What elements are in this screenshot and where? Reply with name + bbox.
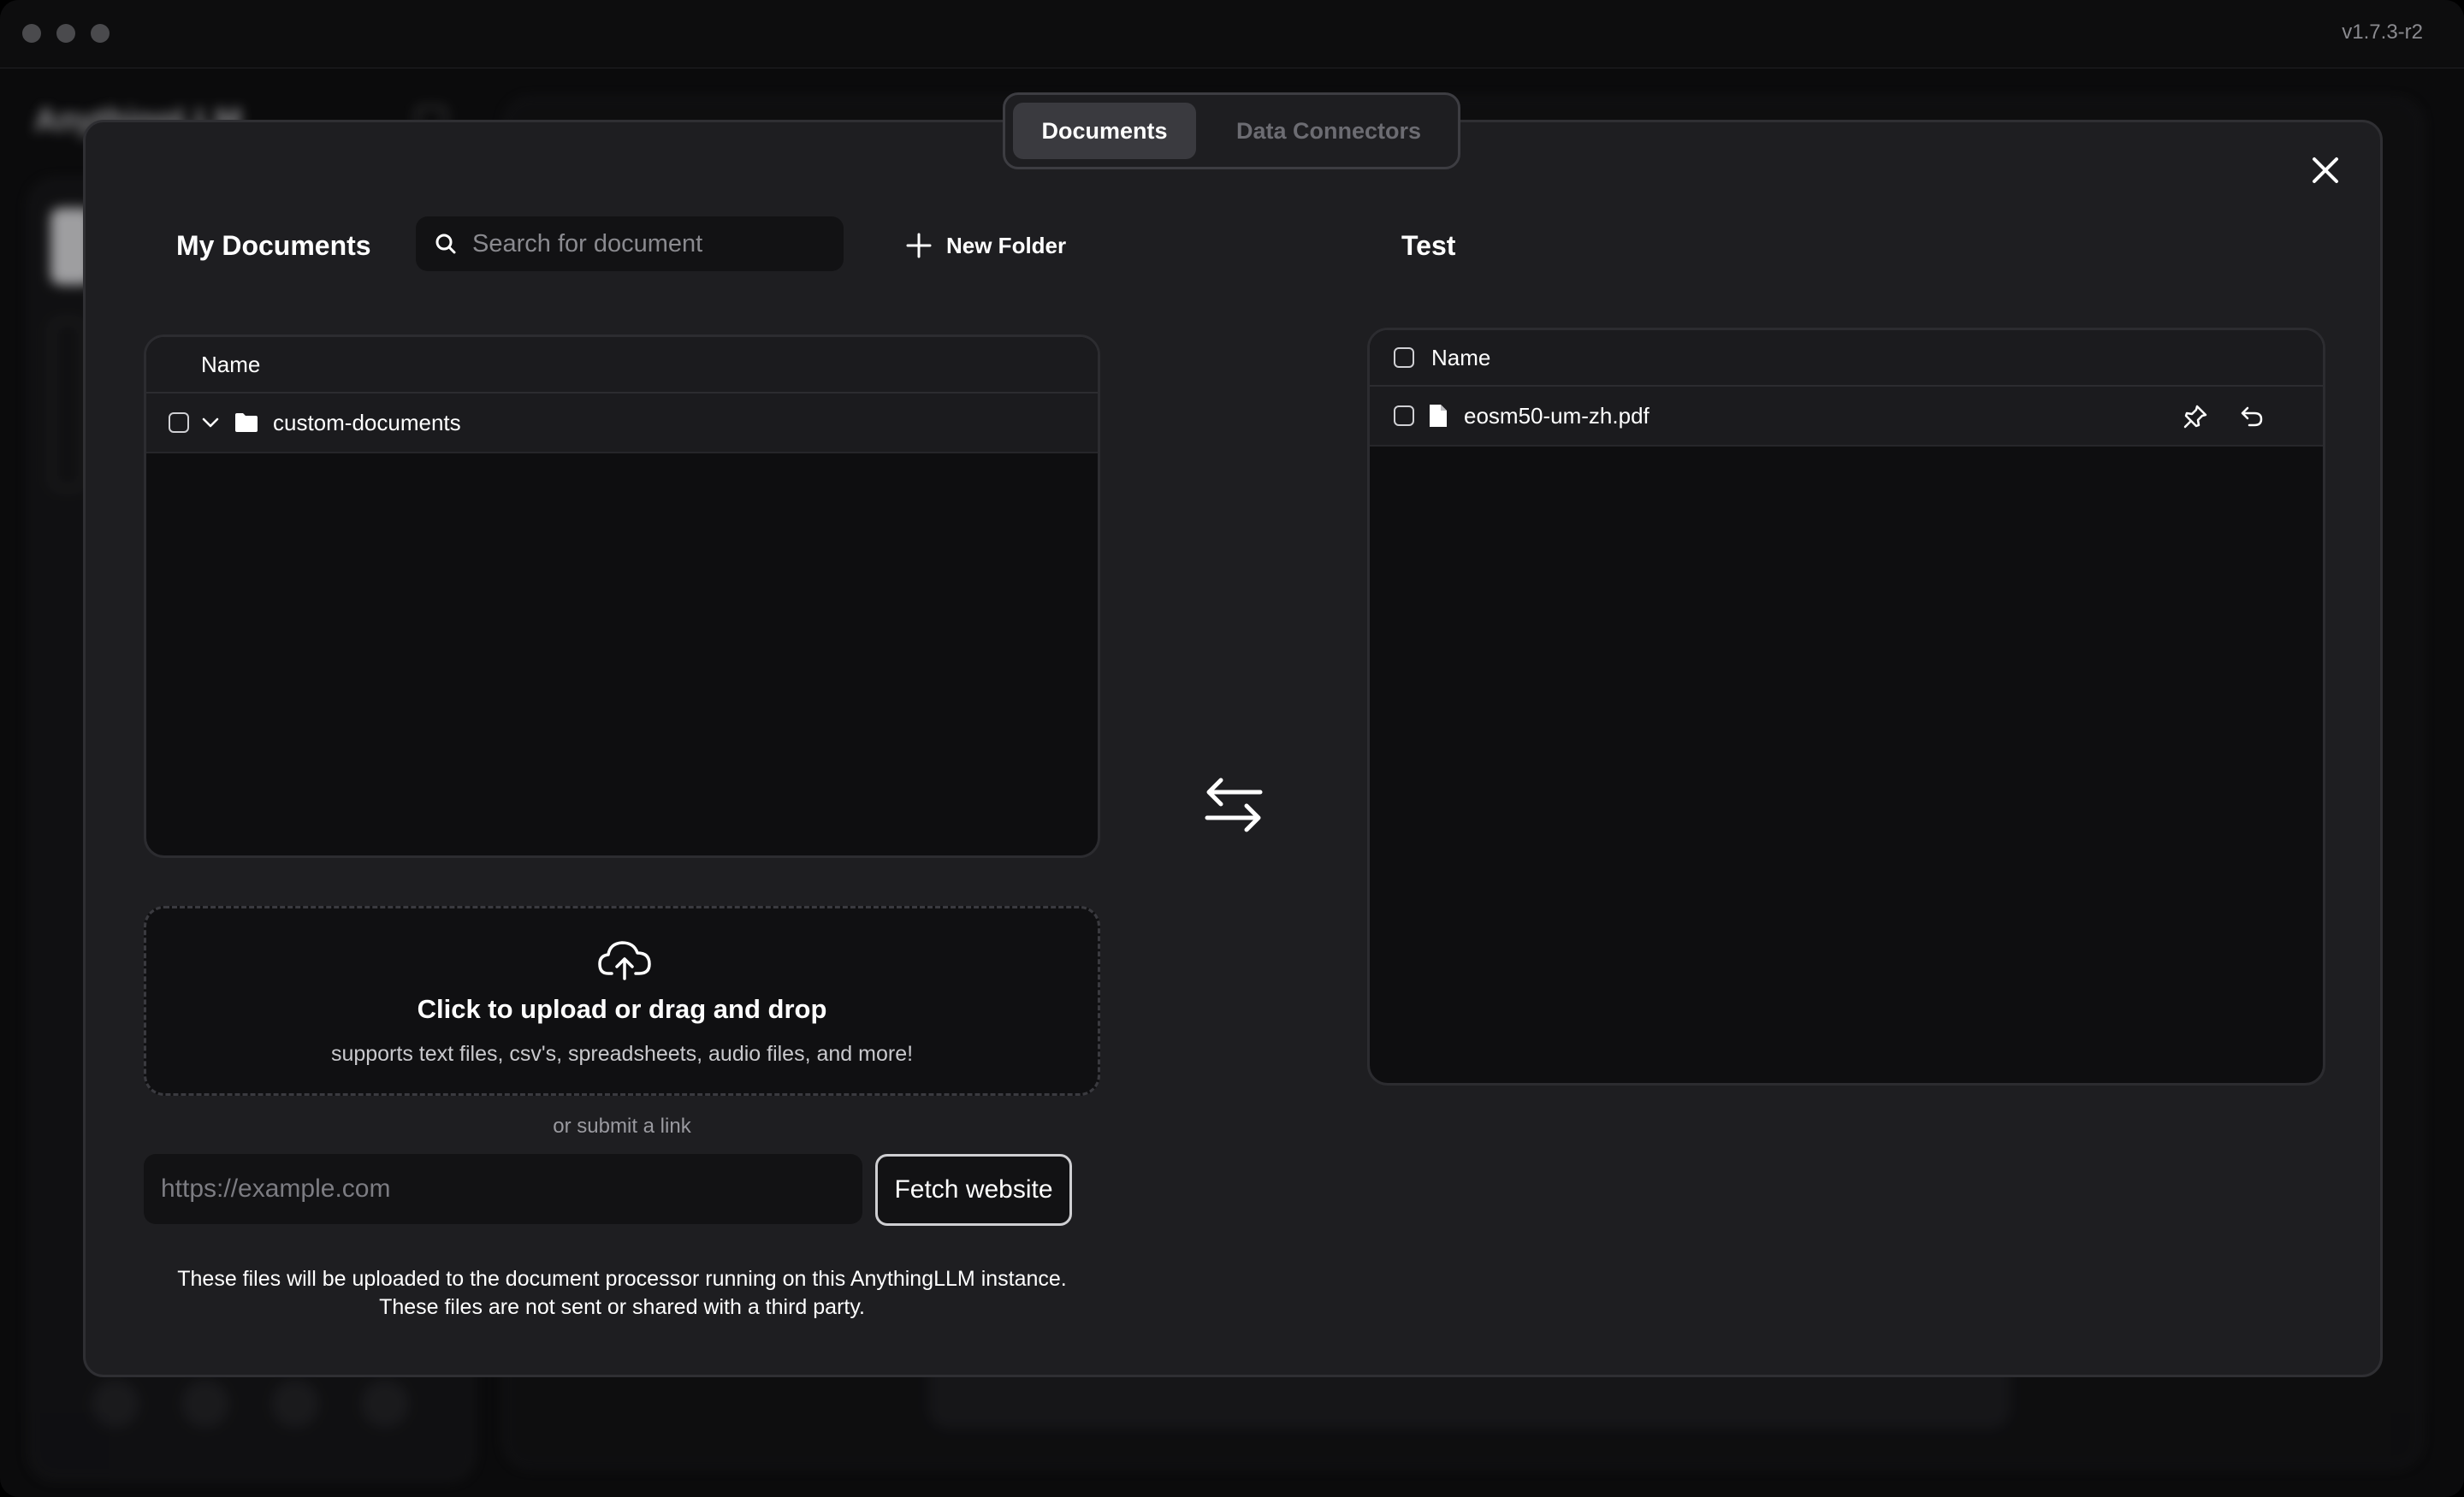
app-version: v1.7.3-r2 <box>2342 21 2423 44</box>
url-input[interactable] <box>144 1154 862 1224</box>
table-header: Name <box>146 337 1098 393</box>
upload-subtitle: supports text files, csv's, spreadsheets… <box>330 1042 914 1066</box>
modal-tabs: Documents Data Connectors <box>1003 92 1460 169</box>
tab-data-connectors[interactable]: Data Connectors <box>1205 103 1453 159</box>
workspace-table-header: Name <box>1370 330 2323 387</box>
background-footer-icon <box>271 1380 319 1428</box>
cloud-upload-icon <box>598 941 651 980</box>
notice-line-1: These files will be uploaded to the docu… <box>177 1267 1067 1291</box>
undo-icon[interactable] <box>2239 404 2265 429</box>
upload-dropzone[interactable]: Click to upload or drag and drop support… <box>144 906 1100 1096</box>
swap-arrows-icon[interactable] <box>1204 777 1264 833</box>
upload-title: Click to upload or drag and drop <box>417 994 827 1024</box>
fetch-website-button[interactable]: Fetch website <box>875 1154 1072 1226</box>
minimize-window-button[interactable] <box>56 24 75 43</box>
zoom-window-button[interactable] <box>91 24 110 43</box>
document-manager-modal: My Documents New Folder Name <box>83 120 2383 1377</box>
name-column-header: Name <box>1431 344 1491 370</box>
tab-documents[interactable]: Documents <box>1013 103 1196 159</box>
workspace-title: Test <box>1401 230 1456 261</box>
close-modal-button[interactable] <box>2305 150 2346 191</box>
close-window-button[interactable] <box>22 24 41 43</box>
workspace-panel: Name eosm50-um-zh.pdf <box>1367 328 2325 1086</box>
x-icon <box>2313 157 2338 183</box>
name-column-header: Name <box>201 351 261 377</box>
document-search[interactable] <box>416 216 844 271</box>
search-input[interactable] <box>472 229 832 258</box>
chevron-down-icon[interactable] <box>199 411 222 434</box>
folder-name: custom-documents <box>273 409 461 435</box>
pin-icon[interactable] <box>2183 404 2208 429</box>
plus-icon <box>906 233 932 258</box>
titlebar: v1.7.3-r2 <box>0 0 2464 68</box>
wrench-icon <box>361 1380 409 1428</box>
file-row[interactable]: eosm50-um-zh.pdf <box>1370 387 2323 447</box>
upload-notice: These files will be uploaded to the docu… <box>144 1265 1100 1322</box>
app-window: v1.7.3-r2 AnythingLLM My Documents <box>0 0 2464 1497</box>
or-submit-link-label: or submit a link <box>553 1115 691 1138</box>
select-all-checkbox[interactable] <box>1394 347 1414 368</box>
folder-checkbox[interactable] <box>169 412 189 433</box>
search-icon <box>435 234 456 254</box>
new-folder-button[interactable]: New Folder <box>905 227 1066 264</box>
notice-line-2: These files are not sent or shared with … <box>379 1295 865 1319</box>
background-footer-icon <box>92 1380 139 1428</box>
folder-icon <box>235 413 258 432</box>
file-checkbox[interactable] <box>1394 405 1414 426</box>
background-sidebar-list <box>50 319 85 490</box>
file-icon <box>1430 405 1447 427</box>
background-footer-icon <box>181 1380 229 1428</box>
file-name: eosm50-um-zh.pdf <box>1464 402 1650 429</box>
my-documents-panel: Name custom-documents <box>144 334 1100 858</box>
my-documents-title: My Documents <box>176 230 371 261</box>
folder-row[interactable]: custom-documents <box>146 393 1098 453</box>
new-folder-label: New Folder <box>946 232 1067 258</box>
